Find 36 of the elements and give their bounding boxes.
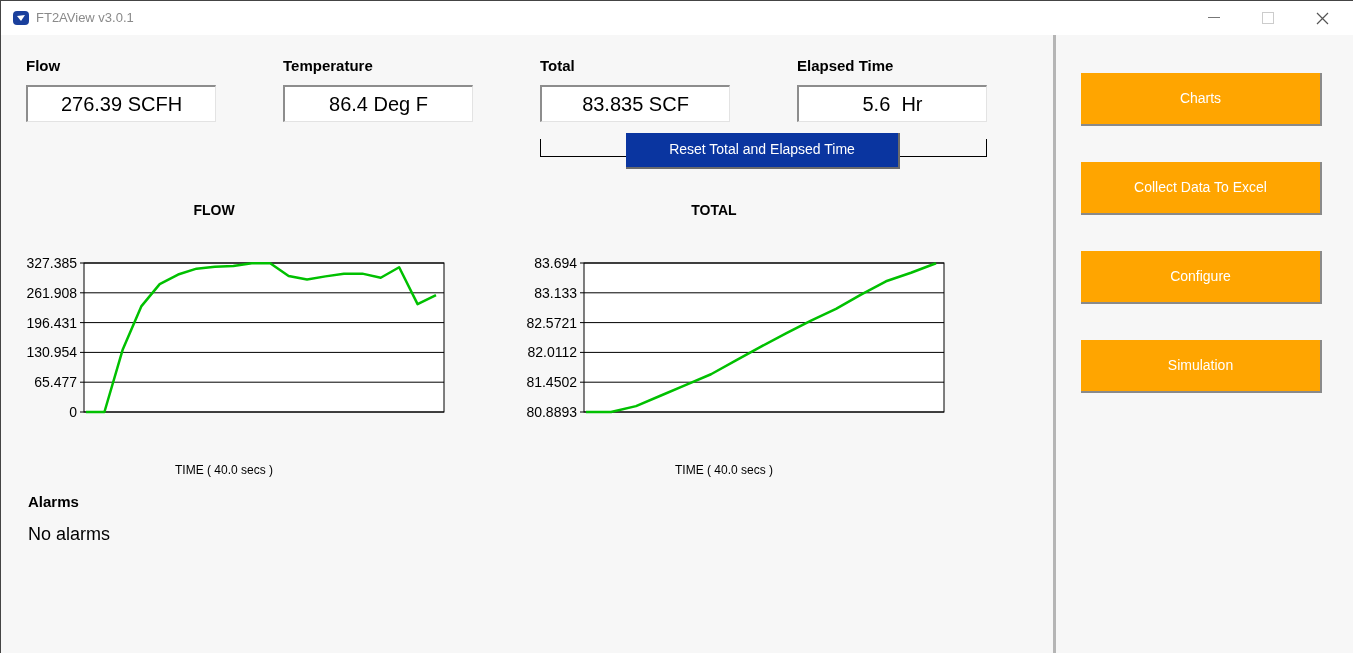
side-button[interactable]: Charts: [1081, 73, 1322, 126]
y-tick-label: 261.908: [26, 284, 78, 301]
reading-field: 276.39 SCFH: [26, 84, 216, 122]
y-tick-label: 196.431: [26, 314, 78, 331]
reading-field: 5.6 Hr: [797, 84, 987, 122]
y-tick-label: 0: [69, 403, 78, 420]
side-button[interactable]: Simulation: [1081, 340, 1322, 393]
close-icon: [1315, 11, 1329, 25]
y-tick-label: 81.4502: [526, 373, 578, 390]
y-tick-label: 83.694: [534, 254, 578, 271]
y-tick-label: 65.477: [34, 373, 78, 390]
app-icon: [13, 11, 29, 25]
y-tick-label: 327.385: [26, 254, 78, 271]
maximize-icon: [1262, 12, 1274, 24]
field-label: Elapsed Time: [797, 56, 895, 76]
minimize-icon: [1208, 17, 1220, 19]
chart-title: FLOW: [193, 200, 235, 220]
axis-label: TIME ( 40.0 secs ): [175, 461, 273, 479]
alarms-heading: Alarms: [28, 491, 80, 512]
field-label: Flow: [26, 56, 62, 76]
side-button[interactable]: Configure: [1081, 251, 1322, 304]
side-button[interactable]: Collect Data To Excel: [1081, 162, 1322, 215]
axis-label: TIME ( 40.0 secs ): [675, 461, 773, 479]
y-tick-label: 83.133: [534, 284, 578, 301]
field-label: Temperature: [283, 56, 374, 76]
chart-title: TOTAL: [691, 200, 737, 220]
alarms-text: No alarms: [28, 523, 112, 546]
reading-field: 83.835 SCF: [540, 84, 730, 122]
field-label: Total: [540, 56, 576, 76]
y-tick-label: 80.8893: [526, 403, 578, 420]
y-tick-label: 130.954: [26, 343, 78, 360]
reading-field: 86.4 Deg F: [283, 84, 473, 122]
y-tick-label: 82.5721: [526, 314, 578, 331]
y-tick-label: 82.0112: [527, 343, 578, 360]
window-title: FT2AView v3.0.1: [36, 9, 134, 28]
reset-button[interactable]: Reset Total and Elapsed Time: [626, 132, 900, 169]
